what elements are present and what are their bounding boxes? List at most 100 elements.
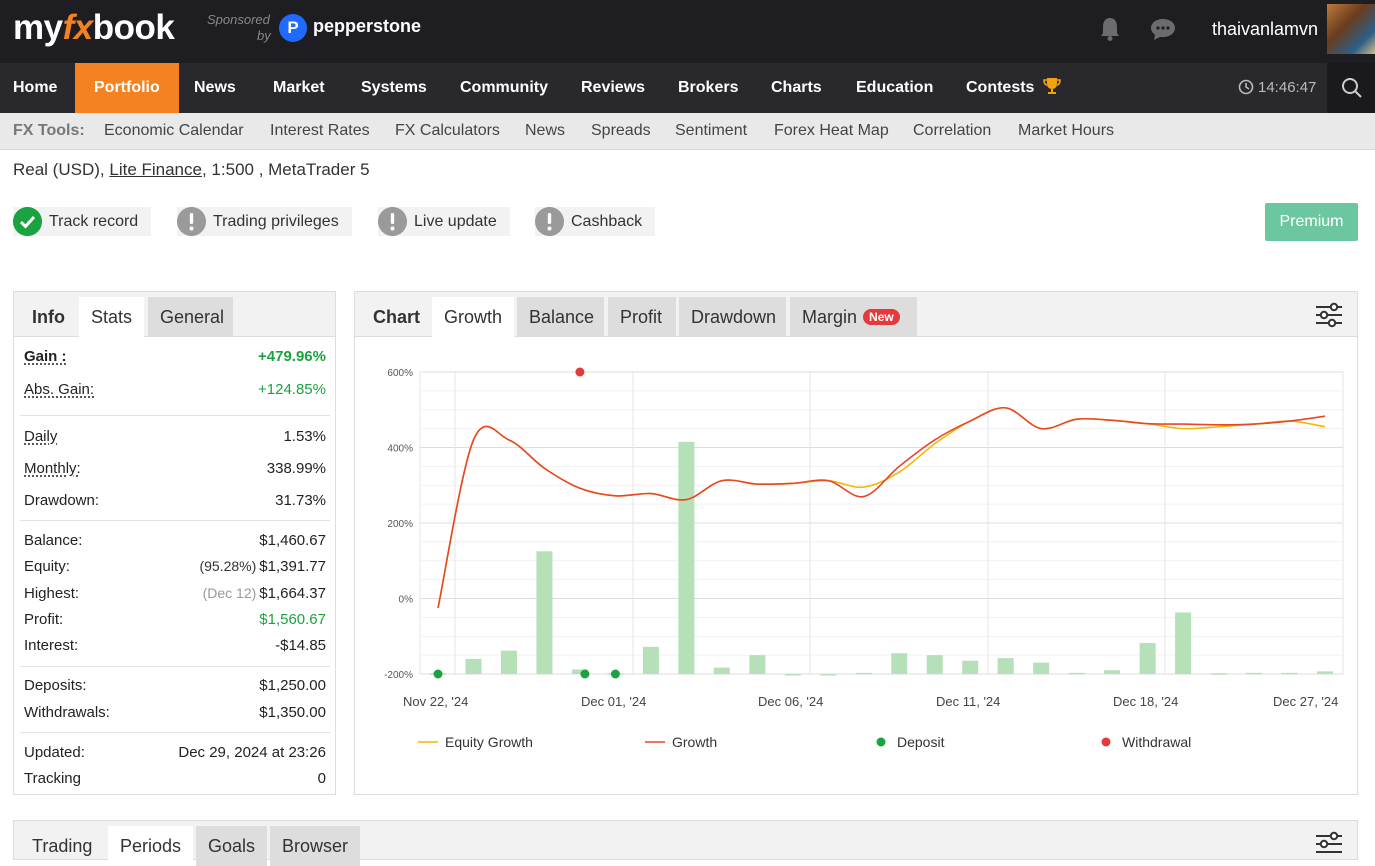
tool-economic-calendar[interactable]: Economic Calendar bbox=[104, 122, 244, 140]
tool-forex-heat-map[interactable]: Forex Heat Map bbox=[774, 122, 889, 140]
search-icon bbox=[1342, 78, 1362, 98]
nav-news[interactable]: News bbox=[181, 63, 249, 113]
y-tick-label: 600% bbox=[387, 368, 413, 379]
profit-bar bbox=[1175, 612, 1192, 674]
avatar[interactable] bbox=[1327, 4, 1375, 54]
profit-bar bbox=[1281, 672, 1298, 675]
settings-sliders-icon[interactable] bbox=[1315, 831, 1343, 857]
exclamation-icon bbox=[535, 207, 564, 236]
profit-bar bbox=[820, 674, 837, 676]
tab-info[interactable]: Info bbox=[20, 297, 77, 337]
search-button[interactable] bbox=[1327, 63, 1375, 113]
profit-bar bbox=[1317, 671, 1333, 674]
chart-tabs: Chart Growth Balance Profit Drawdown Mar… bbox=[355, 292, 1357, 337]
profit-bar bbox=[1246, 672, 1263, 675]
profit-bar bbox=[1210, 673, 1227, 675]
tool-market-hours[interactable]: Market Hours bbox=[1018, 122, 1114, 140]
check-icon bbox=[13, 207, 42, 236]
pepperstone-logo-icon[interactable]: P bbox=[279, 14, 307, 42]
badge-track-record[interactable]: Track record bbox=[13, 207, 152, 236]
profit-bar bbox=[465, 658, 482, 674]
nav-charts[interactable]: Charts bbox=[758, 63, 835, 113]
top-bar: myfxbook Sponsored by P pepperstone thaiv… bbox=[0, 0, 1375, 63]
profit-bar bbox=[536, 551, 553, 674]
badge-cashback[interactable]: Cashback bbox=[535, 207, 656, 236]
x-tick-label: Dec 18, '24 bbox=[1113, 694, 1178, 709]
profit-bar bbox=[962, 660, 979, 674]
myfxbook-logo[interactable]: myfxbook bbox=[13, 8, 175, 48]
y-tick-label: 400% bbox=[387, 444, 413, 455]
tab-browser[interactable]: Browser bbox=[270, 826, 361, 866]
trophy-icon bbox=[1043, 78, 1061, 94]
tool-news[interactable]: News bbox=[525, 122, 565, 140]
tool-correlation[interactable]: Correlation bbox=[913, 122, 991, 140]
nav-education[interactable]: Education bbox=[843, 63, 946, 113]
profit-bar bbox=[713, 667, 730, 674]
y-tick-label: -200% bbox=[384, 670, 413, 681]
username[interactable]: thaivanlamvn bbox=[1212, 19, 1318, 40]
server-clock: 14:46:47 bbox=[1238, 77, 1316, 99]
tab-trading[interactable]: Trading bbox=[20, 826, 104, 866]
nav-brokers[interactable]: Brokers bbox=[665, 63, 751, 113]
badge-trading-privileges[interactable]: Trading privileges bbox=[177, 207, 352, 236]
nav-reviews[interactable]: Reviews bbox=[568, 63, 658, 113]
profit-bar bbox=[500, 650, 517, 674]
legend-swatch bbox=[1101, 737, 1111, 747]
growth-chart: 600% 400% 200% 0% -200% Nov 22, '24 Dec 01, '2… bbox=[384, 367, 1344, 750]
tab-balance[interactable]: Balance bbox=[517, 297, 604, 337]
y-tick-label: 200% bbox=[387, 519, 413, 530]
sponsor-name[interactable]: pepperstone bbox=[313, 16, 421, 37]
withdrawal-marker bbox=[575, 367, 585, 377]
bottom-tabs-panel: Trading Periods Goals Browser bbox=[13, 820, 1358, 866]
sponsored-by-text: Sponsored by bbox=[207, 12, 271, 43]
new-badge: New bbox=[863, 309, 900, 325]
tab-growth[interactable]: Growth bbox=[432, 297, 515, 337]
x-tick-label: Nov 22, '24 bbox=[403, 694, 468, 709]
profit-bar bbox=[926, 655, 943, 674]
nav-market[interactable]: Market bbox=[260, 63, 338, 113]
tab-profit[interactable]: Profit bbox=[608, 297, 676, 337]
tool-spreads[interactable]: Spreads bbox=[591, 122, 651, 140]
tool-fx-calculators[interactable]: FX Calculators bbox=[395, 122, 500, 140]
profit-bar bbox=[1033, 662, 1050, 674]
exclamation-icon bbox=[177, 207, 206, 236]
nav-systems[interactable]: Systems bbox=[348, 63, 440, 113]
tab-general[interactable]: General bbox=[148, 297, 233, 337]
exclamation-icon bbox=[378, 207, 407, 236]
legend-label: Withdrawal bbox=[1122, 734, 1191, 750]
tab-margin[interactable]: Margin New bbox=[790, 297, 917, 337]
bell-icon[interactable] bbox=[1098, 16, 1122, 42]
broker-link[interactable]: Lite Finance bbox=[109, 160, 202, 179]
profit-bar bbox=[1068, 672, 1085, 675]
tab-drawdown[interactable]: Drawdown bbox=[679, 297, 786, 337]
clock-icon bbox=[1238, 79, 1254, 95]
account-info: Real (USD), Lite Finance, 1:500 , MetaTr… bbox=[13, 160, 370, 179]
nav-community[interactable]: Community bbox=[447, 63, 561, 113]
tab-stats[interactable]: Stats bbox=[79, 297, 145, 337]
legend-label: Growth bbox=[672, 734, 717, 750]
nav-contests[interactable]: Contests bbox=[953, 63, 1074, 113]
deposit-marker bbox=[580, 669, 590, 679]
profit-bar bbox=[749, 655, 766, 674]
premium-button[interactable]: Premium bbox=[1265, 203, 1358, 241]
nav-home[interactable]: Home bbox=[0, 63, 70, 113]
stats-panel: Info Stats General Gain : +479.96% Abs. G… bbox=[13, 291, 336, 795]
chart-panel: Chart Growth Balance Profit Drawdown Mar… bbox=[354, 291, 1358, 795]
deposit-marker bbox=[433, 669, 443, 679]
stats-tabs: Info Stats General bbox=[14, 292, 335, 337]
tab-goals[interactable]: Goals bbox=[196, 826, 268, 866]
settings-sliders-icon[interactable] bbox=[1315, 302, 1343, 328]
profit-bar bbox=[784, 674, 801, 676]
profit-bar bbox=[1104, 670, 1121, 674]
tab-periods[interactable]: Periods bbox=[108, 826, 194, 866]
x-tick-label: Dec 06, '24 bbox=[758, 694, 823, 709]
nav-portfolio[interactable]: Portfolio bbox=[75, 63, 179, 113]
chat-icon[interactable] bbox=[1150, 17, 1176, 41]
legend-label: Equity Growth bbox=[445, 734, 533, 750]
profit-bar bbox=[678, 441, 695, 674]
legend-swatch bbox=[876, 737, 886, 747]
tool-interest-rates[interactable]: Interest Rates bbox=[270, 122, 370, 140]
badge-live-update[interactable]: Live update bbox=[378, 207, 510, 236]
tool-sentiment[interactable]: Sentiment bbox=[675, 122, 747, 140]
profit-bar bbox=[642, 646, 659, 674]
